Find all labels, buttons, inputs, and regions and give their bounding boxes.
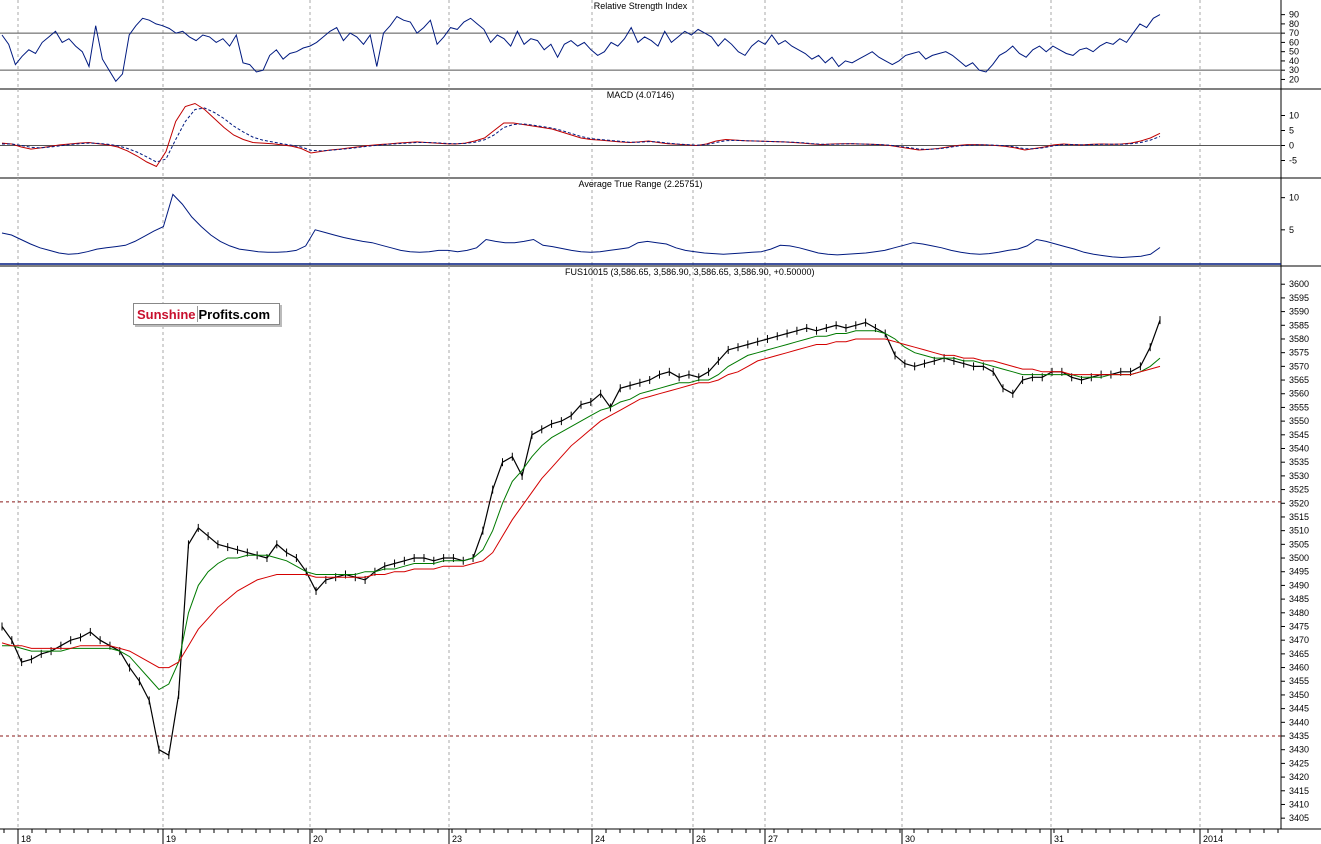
y-tick-label: 3495 — [1289, 567, 1309, 577]
y-tick-label: 3525 — [1289, 485, 1309, 495]
y-tick-label: 3440 — [1289, 717, 1309, 727]
y-tick-label: 3540 — [1289, 444, 1309, 454]
moving-average-red — [1, 338, 1161, 669]
macd-line — [1, 102, 1161, 168]
y-tick-label: 3405 — [1289, 813, 1309, 823]
y-tick-label: 3430 — [1289, 745, 1309, 755]
logo-part-profits: Profits.com — [198, 306, 271, 322]
logo-divider — [196, 306, 198, 322]
y-tick-label: 3500 — [1289, 553, 1309, 563]
y-tick-label: 3580 — [1289, 334, 1309, 344]
y-tick-label: 10 — [1289, 111, 1299, 121]
y-tick-label: 10 — [1289, 193, 1299, 203]
x-tick-label: 2014 — [1203, 834, 1223, 844]
y-tick-label: 3505 — [1289, 539, 1309, 549]
sunshine-profits-logo: Sunshine Profits.com — [133, 303, 280, 325]
x-tick-label: 18 — [21, 834, 31, 844]
y-tick-label: 3570 — [1289, 361, 1309, 371]
y-tick-label: 3485 — [1289, 594, 1309, 604]
x-tick-label: 20 — [313, 834, 323, 844]
y-tick-label: 3560 — [1289, 389, 1309, 399]
y-tick-label: 3595 — [1289, 293, 1309, 303]
y-tick-label: 3565 — [1289, 375, 1309, 385]
y-tick-label: 3585 — [1289, 320, 1309, 330]
date-axis: 18 19 20 23 24 26 27 30 31 2014 — [0, 828, 1281, 844]
y-tick-label: 3465 — [1289, 649, 1309, 659]
x-tick-label: 30 — [905, 834, 915, 844]
y-tick-label: 3425 — [1289, 758, 1309, 768]
panel-title: Average True Range (2.25751) — [579, 179, 703, 189]
price-line — [1, 319, 1161, 757]
y-tick-label: 3490 — [1289, 580, 1309, 590]
logo-part-sunshine: Sunshine — [137, 306, 196, 322]
macd-signal-line — [2, 107, 1161, 163]
panel-title: FUS10015 (3,586.65, 3,586.90, 3,586.65, … — [565, 267, 814, 277]
y-tick-label: 3510 — [1289, 526, 1309, 536]
y-tick-label: 3410 — [1289, 799, 1309, 809]
y-tick-label: 3420 — [1289, 772, 1309, 782]
x-tick-label: 27 — [768, 834, 778, 844]
y-tick-label: 3475 — [1289, 621, 1309, 631]
y-tick-label: 3545 — [1289, 430, 1309, 440]
y-tick-label: 3575 — [1289, 348, 1309, 358]
atr-panel: 10 5 Average True Range (2.25751) — [0, 178, 1321, 267]
y-tick-label: 3600 — [1289, 279, 1309, 289]
y-tick-label: 20 — [1289, 74, 1299, 84]
y-tick-label: 3550 — [1289, 416, 1309, 426]
y-tick-label: 3415 — [1289, 786, 1309, 796]
stock-chart: 9080706050403020Relative Strength Index … — [0, 0, 1321, 844]
x-tick-label: 26 — [696, 834, 706, 844]
atr-line — [1, 193, 1161, 259]
x-tick-label: 24 — [595, 834, 605, 844]
y-tick-label: 3515 — [1289, 512, 1309, 522]
y-tick-label: 3480 — [1289, 608, 1309, 618]
price-panel: 3600 3595 3590 3585 3580 3575 3570 3565 3560 3555… — [0, 266, 1321, 830]
rsi-line — [1, 14, 1161, 83]
y-tick-label: 3455 — [1289, 676, 1309, 686]
moving-average-green — [2, 330, 1161, 691]
y-tick-label: 3450 — [1289, 690, 1309, 700]
rsi-panel: 9080706050403020Relative Strength Index — [0, 0, 1321, 90]
y-tick-label: 3555 — [1289, 402, 1309, 412]
y-tick-label: 5 — [1289, 126, 1294, 136]
y-tick-label: 3470 — [1289, 635, 1309, 645]
macd-panel: 10 5 0 -5 MACD (4.07146) — [0, 89, 1321, 179]
y-tick-label: 0 — [1289, 141, 1294, 151]
x-tick-label: 23 — [452, 834, 462, 844]
y-tick-label: 3590 — [1289, 307, 1309, 317]
x-tick-label: 31 — [1054, 834, 1064, 844]
panel-title: Relative Strength Index — [594, 1, 688, 11]
y-tick-label: 3435 — [1289, 731, 1309, 741]
y-tick-label: 3520 — [1289, 498, 1309, 508]
y-tick-label: 3530 — [1289, 471, 1309, 481]
y-tick-label: 3460 — [1289, 663, 1309, 673]
y-tick-label: 3445 — [1289, 704, 1309, 714]
panel-title: MACD (4.07146) — [607, 90, 675, 100]
y-tick-label: -5 — [1289, 156, 1297, 166]
y-tick-label: 3535 — [1289, 457, 1309, 467]
y-tick-label: 5 — [1289, 225, 1294, 235]
x-tick-label: 19 — [166, 834, 176, 844]
